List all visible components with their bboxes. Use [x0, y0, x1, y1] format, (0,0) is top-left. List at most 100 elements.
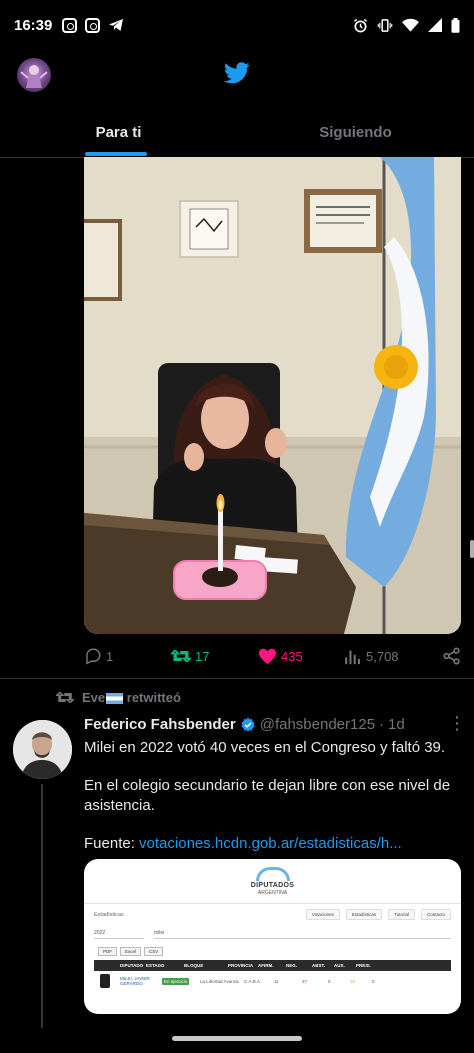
instagram-icon — [62, 17, 78, 33]
col-header: AFIRM. — [258, 963, 274, 968]
author-avatar[interactable] — [13, 720, 72, 779]
separator-dot: · — [379, 716, 385, 733]
author-photo — [13, 720, 72, 779]
card-header: DIPUTADOS ARGENTINA — [84, 859, 461, 903]
home-indicator[interactable] — [172, 1036, 302, 1041]
deputy-province: C.A.B.A. — [244, 978, 262, 984]
tweet-time[interactable]: 1d — [388, 716, 405, 733]
avatar-figure-icon — [20, 65, 48, 88]
card-nav-item: Contacto — [420, 909, 451, 920]
deputy-photo — [100, 974, 110, 988]
card-section: Estadísticas — [94, 911, 124, 918]
source-link[interactable]: votaciones.hcdn.gob.ar/estadisticas/h... — [139, 835, 402, 852]
col-header: DIPUTADO — [120, 963, 144, 968]
wifi-icon — [402, 18, 419, 32]
retweet-count: 17 — [195, 648, 210, 664]
card-subtitle: ARGENTINA — [257, 889, 288, 896]
tab-para-ti[interactable]: Para ti — [0, 106, 237, 157]
retweet-button[interactable]: 17 — [171, 647, 258, 665]
tweet-divider — [0, 678, 474, 679]
like-count: 435 — [281, 648, 303, 664]
telegram-icon — [109, 19, 124, 31]
table-row: MILEI, JAVIER GERARDO En ejercicio La Li… — [94, 971, 451, 991]
deputy-bloc: La Libertad Avanza — [200, 978, 239, 984]
card-export-btn: CSV — [144, 947, 164, 956]
card-year-select: 2022 — [94, 930, 144, 939]
tweet-screenshot-card[interactable]: DIPUTADOS ARGENTINA Estadísticas Votacio… — [84, 859, 461, 1014]
col-header: BLOQUE — [184, 963, 204, 968]
author-handle[interactable]: @fahsbender125 — [260, 716, 375, 733]
argentina-flag-icon — [106, 693, 124, 705]
alarm-icon — [353, 18, 368, 32]
retweet-icon — [56, 691, 74, 704]
tweet-text-line2: En el colegio secundario te dejan libre … — [84, 777, 451, 814]
thread-line — [41, 784, 43, 1028]
col-header: PRESI. — [356, 963, 371, 968]
tweet-photo[interactable] — [84, 157, 461, 634]
card-export-btn: Excel — [120, 947, 142, 956]
col-header: NEG. — [286, 963, 298, 968]
reply-icon — [86, 648, 101, 665]
profile-avatar[interactable] — [17, 58, 51, 92]
share-icon — [443, 647, 460, 665]
card-nav-item: Tutorial — [388, 909, 415, 920]
retweeter-name: Eve — [82, 690, 106, 705]
card-nav-item: Estadísticas — [345, 909, 383, 920]
retweet-context[interactable]: Eve retwitteó — [56, 690, 181, 705]
system-icons — [353, 17, 460, 33]
card-nav: Estadísticas Votaciones Estadísticas Tut… — [84, 904, 461, 920]
scrollbar-thumb[interactable] — [470, 540, 474, 558]
source-label: Fuente: — [84, 835, 135, 852]
diputados-logo-icon — [255, 866, 290, 881]
deputy-name: MILEI, JAVIER GERARDO — [120, 976, 150, 986]
tweet-actions: 1 17 435 5,708 — [84, 642, 461, 670]
views-button[interactable]: 5,708 — [344, 648, 434, 665]
col-header: ABST. — [312, 963, 326, 968]
reply-count: 1 — [106, 648, 114, 664]
share-button[interactable] — [443, 647, 461, 665]
tweet-author-row: Federico Fahsbender @fahsbender125 · 1d — [84, 716, 464, 733]
retweeted-label: retwitteó — [126, 690, 181, 705]
presi-count: 0 — [372, 978, 375, 984]
col-header: PROVINCIA — [228, 963, 254, 968]
views-icon — [345, 650, 360, 664]
reply-button[interactable]: 1 — [84, 647, 171, 665]
more-options-icon[interactable]: ⋮ — [448, 714, 466, 732]
notification-icons — [62, 17, 124, 33]
card-search: milei — [154, 930, 451, 939]
abst-count: 0 — [328, 978, 331, 984]
tweet-source: Fuente: votaciones.hcdn.gob.ar/estadisti… — [84, 834, 464, 854]
twitter-bird-icon[interactable] — [224, 62, 250, 84]
card-table-header: DIPUTADO ESTADO BLOQUE PROVINCIA AFIRM. … — [94, 960, 451, 971]
retweet-icon — [171, 649, 191, 663]
battery-icon — [451, 17, 460, 33]
app-header — [0, 50, 474, 102]
card-nav-item: Votaciones — [305, 909, 340, 920]
card-table: DIPUTADO ESTADO BLOQUE PROVINCIA AFIRM. … — [94, 960, 451, 991]
card-filters: 2022 milei — [84, 920, 461, 939]
author-name[interactable]: Federico Fahsbender — [84, 716, 236, 733]
verified-badge-icon — [241, 717, 255, 732]
col-header: AUS. — [334, 963, 345, 968]
card-title: DIPUTADOS — [250, 881, 295, 889]
tab-siguiendo[interactable]: Siguiendo — [237, 106, 474, 157]
card-nav-pills: Votaciones Estadísticas Tutorial Contact… — [305, 909, 451, 920]
status-time: 16:39 — [14, 16, 53, 34]
card-export-buttons: PDF Excel CSV — [84, 939, 461, 956]
afirm-count: 11 — [274, 978, 279, 984]
neg-count: 27 — [302, 978, 308, 984]
tweet-text-line1: Milei en 2022 votó 40 veces en el Congre… — [84, 739, 446, 756]
vibrate-icon — [377, 18, 393, 32]
card-export-btn: PDF — [98, 947, 117, 956]
like-button[interactable]: 435 — [258, 648, 344, 665]
signal-icon — [428, 18, 442, 32]
deputy-status: En ejercicio — [162, 977, 190, 985]
birthday-photo — [84, 157, 461, 634]
heart-icon — [259, 648, 276, 664]
views-count: 5,708 — [366, 648, 399, 664]
instagram-icon — [85, 17, 101, 33]
col-header: ESTADO — [146, 963, 165, 968]
timeline-tabs: Para ti Siguiendo — [0, 106, 474, 158]
aus-count: 39 — [350, 978, 356, 984]
status-bar: 16:39 — [0, 0, 474, 50]
